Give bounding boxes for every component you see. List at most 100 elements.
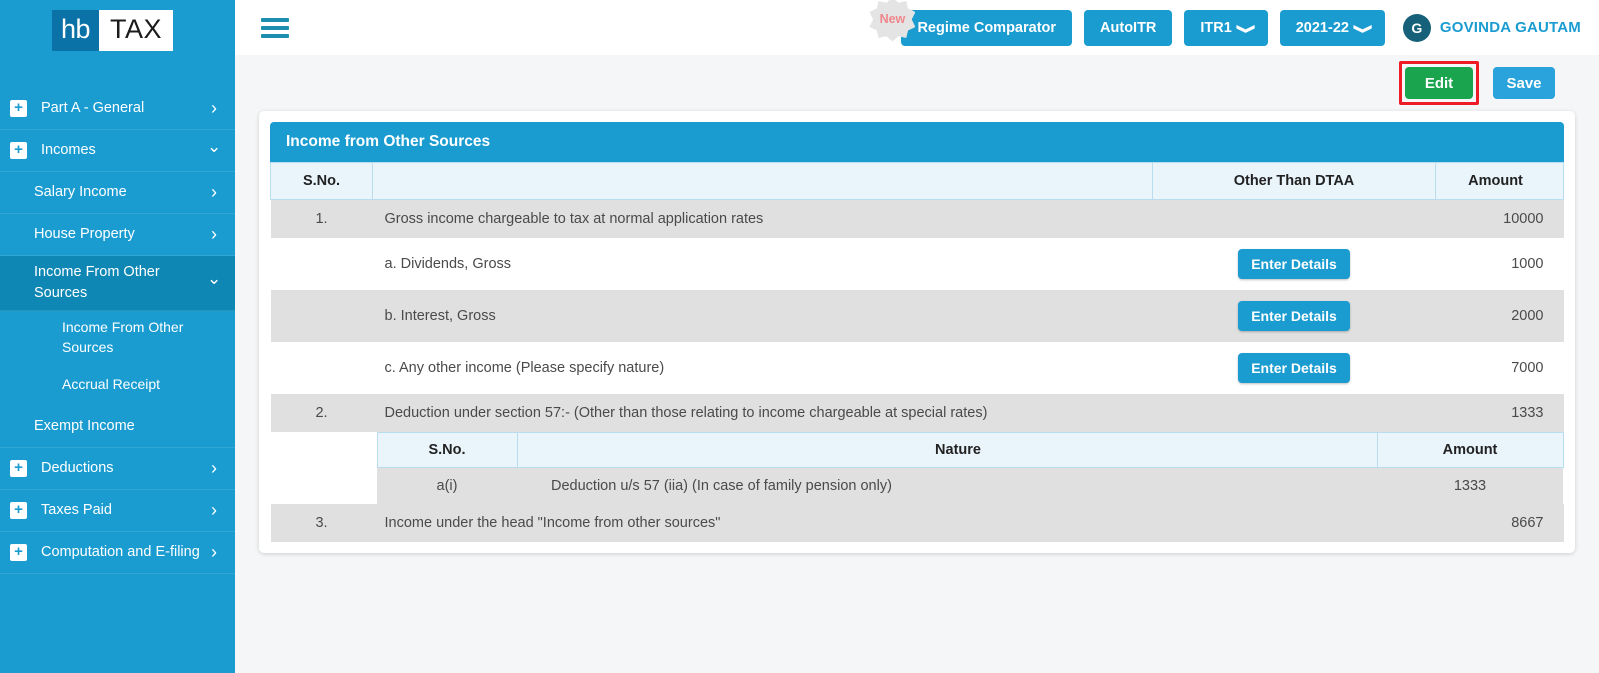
edit-button-highlight: Edit [1399,61,1479,105]
user-menu[interactable]: G GOVINDA GAUTAM [1402,13,1581,42]
row-dtaa [1152,394,1436,432]
table-row: 3. Income under the head "Income from ot… [270,504,1564,542]
nested-table-container: S.No. Nature Amount a(i) Deduction u/s 5… [270,432,1564,504]
sidebar-item-incomes[interactable]: + Incomes [0,130,235,172]
sidebar-item-house-property[interactable]: House Property [0,214,235,256]
sidebar-item-label: Incomes [41,141,96,158]
sidebar-item-salary-income[interactable]: Salary Income [0,172,235,214]
row-amount: 7000 [1435,342,1564,394]
main-content: Edit Save Income from Other Sources S.No… [235,55,1599,673]
row-sno [270,290,373,342]
sidebar-item-label: Income From Other Sources [34,264,160,302]
hamburger-bar [261,33,289,38]
table-row: c. Any other income (Please specify natu… [270,342,1564,394]
plus-box-icon: + [10,501,27,519]
sidebar-item-income-from-other-sources[interactable]: Income From Other Sources [0,256,235,312]
nested-header-row: S.No. Nature Amount [376,432,1564,468]
sidebar-item-exempt-income[interactable]: Exempt Income [0,406,235,448]
table-header-row: S.No. Other Than DTAA Amount [270,162,1564,200]
save-button[interactable]: Save [1493,67,1555,99]
chevron-right-icon [207,500,221,521]
plus-box-icon: + [10,142,27,159]
nested-table-row-item: a(i) Deduction u/s 57 (iia) (In case of … [377,467,1563,504]
sidebar-item-label: Accrual Receipt [62,376,161,393]
top-header: New Regime Comparator AutoITR ITR1 2021-… [235,0,1599,55]
table-row: 1. Gross income chargeable to tax at nor… [270,199,1564,238]
sidebar-subitem-income-from-other-sources[interactable]: Income From Other Sources [0,311,235,364]
row-sno [270,238,373,290]
sidebar-item-label: Exempt Income [34,417,135,434]
hamburger-icon[interactable] [261,17,289,38]
auto-itr-button[interactable]: AutoITR [1084,9,1173,46]
hamburger-bar [261,25,289,30]
chevron-down-icon [1241,21,1252,37]
income-table-body: 1. Gross income chargeable to tax at nor… [270,199,1564,542]
regime-comparator-wrap: New Regime Comparator [869,0,1073,46]
sidebar-item-part-a-general[interactable]: + Part A - General [0,88,235,130]
plus-box-icon: + [10,100,27,117]
column-header-sno: S.No. [270,162,373,200]
row-sno: 3. [270,504,373,542]
card-title: Income from Other Sources [270,122,1564,162]
row-amount: 2000 [1435,290,1564,342]
table-row: a. Dividends, Gross Enter Details 1000 [270,238,1564,290]
chevron-down-icon [207,273,221,293]
logo-mark-text: hb [52,9,100,51]
row-amount: 1333 [1435,394,1564,432]
row-dtaa: Enter Details [1152,290,1436,342]
assessment-year-value: 2021-22 [1295,19,1349,36]
nested-row-nature: Deduction u/s 57 (iia) (In case of famil… [517,467,1377,504]
chevron-down-icon [207,141,221,161]
enter-details-button[interactable]: Enter Details [1238,249,1350,279]
nested-table-wrap: S.No. Nature Amount a(i) Deduction u/s 5… [270,432,1564,504]
edit-button[interactable]: Edit [1405,67,1473,99]
sidebar-item-label: Computation and E-filing [41,543,200,560]
assessment-year-dropdown[interactable]: 2021-22 [1279,9,1385,46]
row-dtaa [1152,199,1436,238]
sidebar: hb TAX + Part A - General + Incomes Sala… [0,0,235,673]
row-description: c. Any other income (Please specify natu… [372,342,1153,394]
sidebar-item-computation-and-efiling[interactable]: + Computation and E-filing [0,532,235,574]
table-row: 2. Deduction under section 57:- (Other t… [270,394,1564,432]
logo-name-text: TAX [99,9,174,51]
sidebar-item-label: Deductions [41,459,114,476]
row-sno: 1. [270,199,373,238]
itr-form-value: ITR1 [1200,19,1232,36]
row-description: Deduction under section 57:- (Other than… [372,394,1153,432]
income-table: S.No. Other Than DTAA Amount 1. Gross in… [270,162,1564,542]
action-bar: Edit Save [257,55,1577,111]
sidebar-item-deductions[interactable]: + Deductions [0,448,235,490]
sidebar-item-taxes-paid[interactable]: + Taxes Paid [0,490,235,532]
row-description: a. Dividends, Gross [372,238,1153,290]
nested-table-body: a(i) Deduction u/s 57 (iia) (In case of … [377,467,1563,504]
sidebar-item-label: House Property [34,225,135,242]
app-logo[interactable]: hb TAX [52,4,235,56]
sidebar-item-label: Taxes Paid [41,501,112,518]
enter-details-button[interactable]: Enter Details [1238,301,1350,331]
deduction-nature-table: S.No. Nature Amount a(i) Deduction u/s 5… [376,432,1564,504]
nested-column-header-sno: S.No. [376,432,518,468]
row-description: Gross income chargeable to tax at normal… [372,199,1153,238]
enter-details-button[interactable]: Enter Details [1238,353,1350,383]
column-header-desc [372,162,1153,200]
user-name-label: GOVINDA GAUTAM [1439,19,1581,36]
sidebar-item-label: Part A - General [41,99,145,116]
application-window: hb TAX + Part A - General + Incomes Sala… [0,0,1599,673]
avatar: G [1402,13,1431,42]
chevron-down-icon [1358,21,1369,37]
chevron-right-icon [207,458,221,479]
sidebar-subitem-accrual-receipt[interactable]: Accrual Receipt [0,364,235,406]
nested-table-head: S.No. Nature Amount [376,432,1564,468]
sidebar-item-label: Income From Other Sources [62,319,184,356]
regime-comparator-button[interactable]: Regime Comparator [901,9,1073,46]
chevron-right-icon [207,224,221,245]
column-header-amount: Amount [1435,162,1564,200]
itr-form-dropdown[interactable]: ITR1 [1184,9,1268,46]
chevron-right-icon [207,182,221,203]
row-sno: 2. [270,394,373,432]
table-row: b. Interest, Gross Enter Details 2000 [270,290,1564,342]
row-amount: 8667 [1435,504,1564,542]
nested-table-row: S.No. Nature Amount a(i) Deduction u/s 5… [270,432,1564,504]
plus-box-icon: + [10,459,27,477]
column-header-dtaa: Other Than DTAA [1152,162,1436,200]
